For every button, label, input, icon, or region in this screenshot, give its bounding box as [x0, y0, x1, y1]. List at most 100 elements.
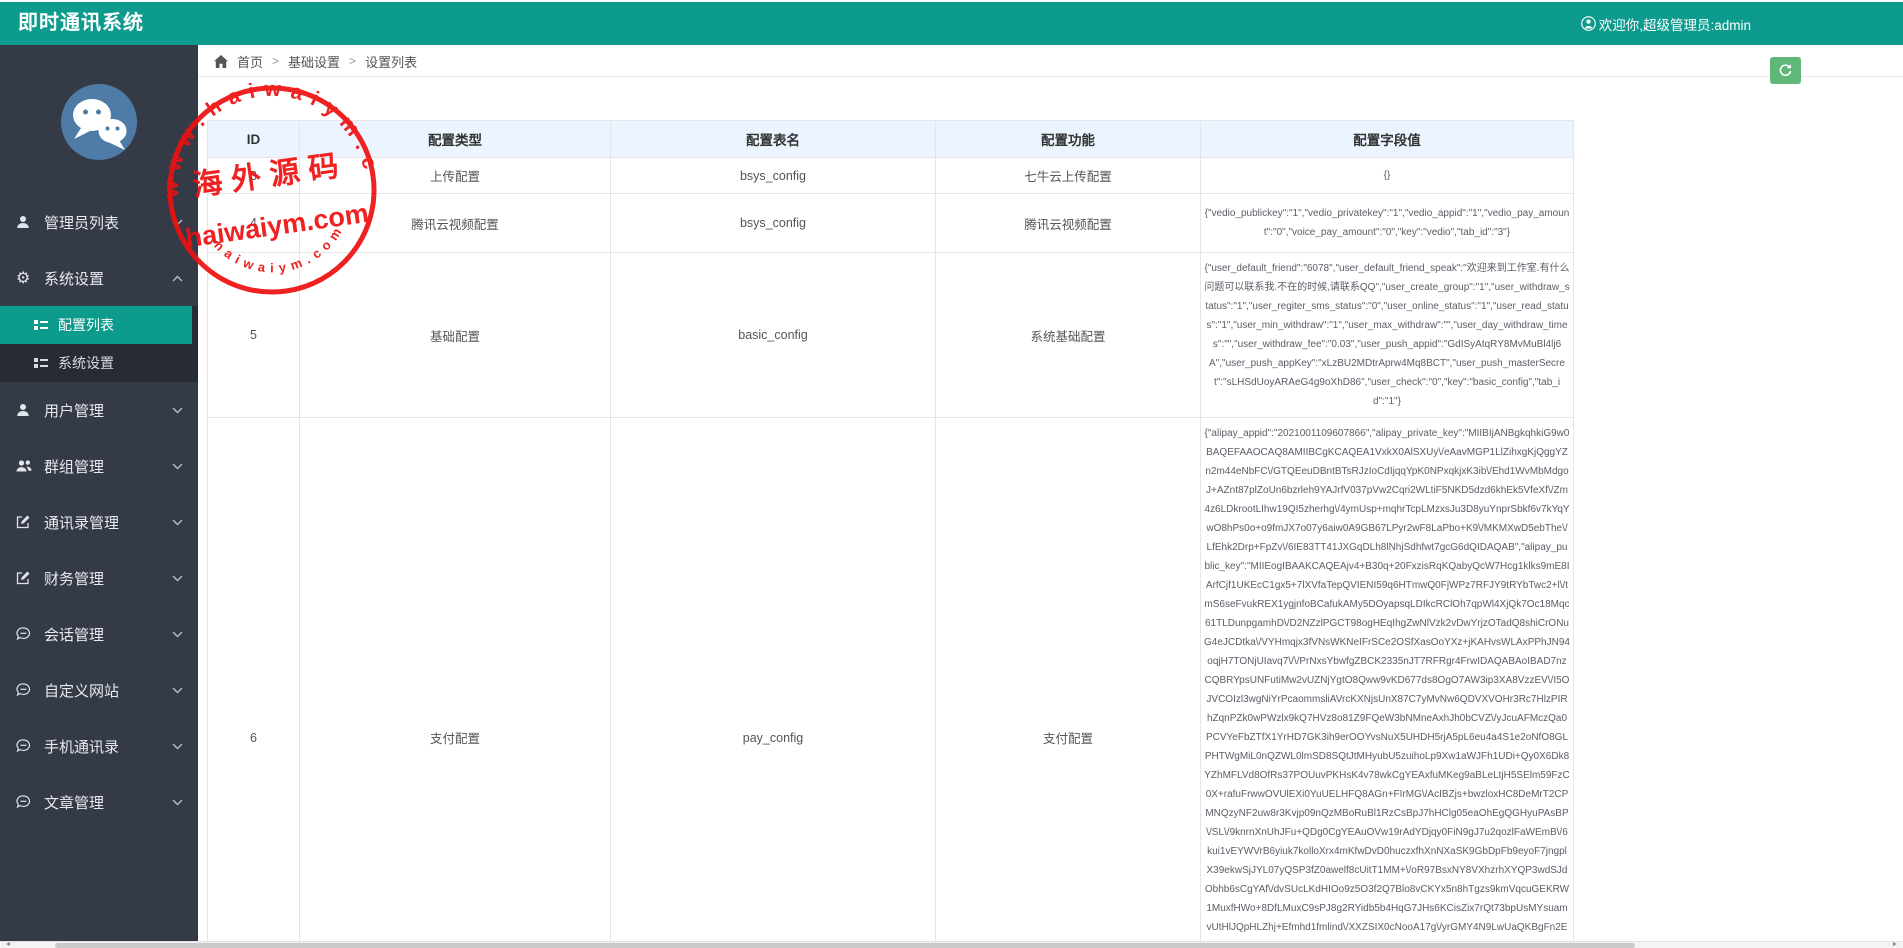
- table-header-row: ID 配置类型 配置表名 配置功能 配置字段值: [208, 121, 1574, 158]
- list-icon: [34, 357, 58, 369]
- cell-type: 基础配置: [300, 253, 611, 418]
- chevron-down-icon: [172, 631, 184, 638]
- chevron-down-icon: [172, 575, 184, 582]
- app-window: 即时通讯系统 欢迎你,超级管理员:admin: [0, 0, 1903, 948]
- cell-id: 3: [208, 158, 300, 194]
- config-table: ID 配置类型 配置表名 配置功能 配置字段值 3 上传配置 bsys_conf…: [207, 120, 1573, 948]
- sidebar-item-session-management[interactable]: 会话管理: [0, 606, 198, 662]
- sidebar-item-label: 通讯录管理: [44, 512, 172, 533]
- sidebar-item-article-management[interactable]: 文章管理: [0, 774, 198, 830]
- scroll-left-arrow-icon[interactable]: ◄: [0, 942, 16, 948]
- sidebar-item-label: 自定义网站: [44, 680, 172, 701]
- sidebar-item-group-management[interactable]: 群组管理: [0, 438, 198, 494]
- cell-type: 上传配置: [300, 158, 611, 194]
- welcome-user[interactable]: 欢迎你,超级管理员:admin: [1581, 2, 1751, 45]
- breadcrumb-home[interactable]: 首页: [237, 52, 263, 71]
- sidebar-item-label: 管理员列表: [44, 212, 172, 233]
- sidebar-item-phone-contacts[interactable]: 手机通讯录: [0, 718, 198, 774]
- breadcrumb-separator: >: [272, 54, 279, 68]
- table-row[interactable]: 3 上传配置 bsys_config 七牛云上传配置 {}: [208, 158, 1574, 194]
- column-header-id: ID: [208, 121, 300, 158]
- user-icon: [16, 215, 40, 229]
- cell-value: {"vedio_publickey":"1","vedio_privatekey…: [1201, 194, 1574, 253]
- sidebar-item-label: 会话管理: [44, 624, 172, 645]
- user-circle-icon: [1581, 16, 1596, 31]
- edit-icon: [16, 515, 40, 529]
- cell-table: pay_config: [611, 418, 936, 948]
- horizontal-scrollbar[interactable]: ◄ ►: [0, 941, 1903, 948]
- main-content: 首页 > 基础设置 > 设置列表 ID 配置类型: [198, 45, 1903, 941]
- cell-value: {"user_default_friend":"6078","user_defa…: [1201, 253, 1574, 418]
- user-icon: [16, 403, 40, 417]
- sidebar-item-label: 系统设置: [44, 268, 172, 289]
- list-icon: [34, 319, 58, 331]
- column-header-value: 配置字段值: [1201, 121, 1574, 158]
- sidebar-item-finance-management[interactable]: 财务管理: [0, 550, 198, 606]
- app-logo: [60, 83, 138, 161]
- cell-value: {}: [1201, 158, 1574, 194]
- chevron-up-icon: [172, 275, 184, 282]
- column-header-type: 配置类型: [300, 121, 611, 158]
- cell-function: 系统基础配置: [936, 253, 1201, 418]
- sidebar-item-label: 群组管理: [44, 456, 172, 477]
- refresh-button[interactable]: [1770, 57, 1801, 84]
- sidebar-item-label: 用户管理: [44, 400, 172, 421]
- cell-id: 6: [208, 418, 300, 948]
- chevron-down-icon: [172, 407, 184, 414]
- comment-icon: [16, 627, 40, 641]
- sidebar-item-system-settings[interactable]: ⚙ 系统设置: [0, 250, 198, 306]
- cell-type: 支付配置: [300, 418, 611, 948]
- cell-id: 5: [208, 253, 300, 418]
- gear-icon: ⚙: [16, 268, 40, 288]
- table-row[interactable]: 6 支付配置 pay_config 支付配置 {"alipay_appid":"…: [208, 418, 1574, 948]
- sidebar-item-label: 文章管理: [44, 792, 172, 813]
- edit-icon: [16, 571, 40, 585]
- sidebar-item-admin-list[interactable]: 管理员列表: [0, 194, 198, 250]
- system-settings-submenu: 配置列表 系统设置: [0, 306, 198, 382]
- sidebar-item-contacts-management[interactable]: 通讯录管理: [0, 494, 198, 550]
- column-header-function: 配置功能: [936, 121, 1201, 158]
- chevron-down-icon: [172, 799, 184, 806]
- cell-type: 腾讯云视频配置: [300, 194, 611, 253]
- sidebar-menu: 管理员列表 ⚙ 系统设置 配置列表: [0, 194, 198, 830]
- chevron-down-icon: [172, 743, 184, 750]
- chevron-down-icon: [172, 463, 184, 470]
- comment-icon: [16, 739, 40, 753]
- home-icon: [214, 55, 228, 68]
- cell-id: 4: [208, 194, 300, 253]
- sidebar-item-label: 手机通讯录: [44, 736, 172, 757]
- app-title: 即时通讯系统: [18, 2, 144, 45]
- chevron-down-icon: [172, 687, 184, 694]
- cell-value: {"alipay_appid":"2021001109607866","alip…: [1201, 418, 1574, 948]
- table-row[interactable]: 5 基础配置 basic_config 系统基础配置 {"user_defaul…: [208, 253, 1574, 418]
- welcome-text: 欢迎你,超级管理员:admin: [1599, 14, 1751, 34]
- sidebar-subitem-label: 系统设置: [58, 353, 114, 373]
- sidebar-item-custom-website[interactable]: 自定义网站: [0, 662, 198, 718]
- users-icon: [16, 459, 40, 473]
- comment-icon: [16, 683, 40, 697]
- cell-function: 七牛云上传配置: [936, 158, 1201, 194]
- sidebar-subitem-system-settings[interactable]: 系统设置: [0, 344, 198, 382]
- sidebar-subitem-label: 配置列表: [58, 315, 114, 335]
- breadcrumb-bar: 首页 > 基础设置 > 设置列表: [198, 45, 1903, 77]
- scroll-right-arrow-icon[interactable]: ►: [1887, 942, 1903, 948]
- cell-function: 腾讯云视频配置: [936, 194, 1201, 253]
- sidebar-item-user-management[interactable]: 用户管理: [0, 382, 198, 438]
- table-row[interactable]: 4 腾讯云视频配置 bsys_config 腾讯云视频配置 {"vedio_pu…: [208, 194, 1574, 253]
- sidebar-subitem-config-list[interactable]: 配置列表: [0, 306, 192, 344]
- refresh-icon: [1778, 63, 1793, 78]
- breadcrumb-separator: >: [349, 54, 356, 68]
- breadcrumb-current: 设置列表: [365, 52, 417, 71]
- column-header-table: 配置表名: [611, 121, 936, 158]
- breadcrumb-section[interactable]: 基础设置: [288, 52, 340, 71]
- cell-table: basic_config: [611, 253, 936, 418]
- cell-function: 支付配置: [936, 418, 1201, 948]
- sidebar-item-label: 财务管理: [44, 568, 172, 589]
- cell-table: bsys_config: [611, 194, 936, 253]
- cell-table: bsys_config: [611, 158, 936, 194]
- chevron-down-icon: [172, 519, 184, 526]
- breadcrumb: 首页 > 基础设置 > 设置列表: [214, 45, 417, 77]
- comment-icon: [16, 795, 40, 809]
- scrollbar-thumb[interactable]: [55, 943, 1635, 948]
- top-header-bar: 即时通讯系统 欢迎你,超级管理员:admin: [0, 2, 1903, 45]
